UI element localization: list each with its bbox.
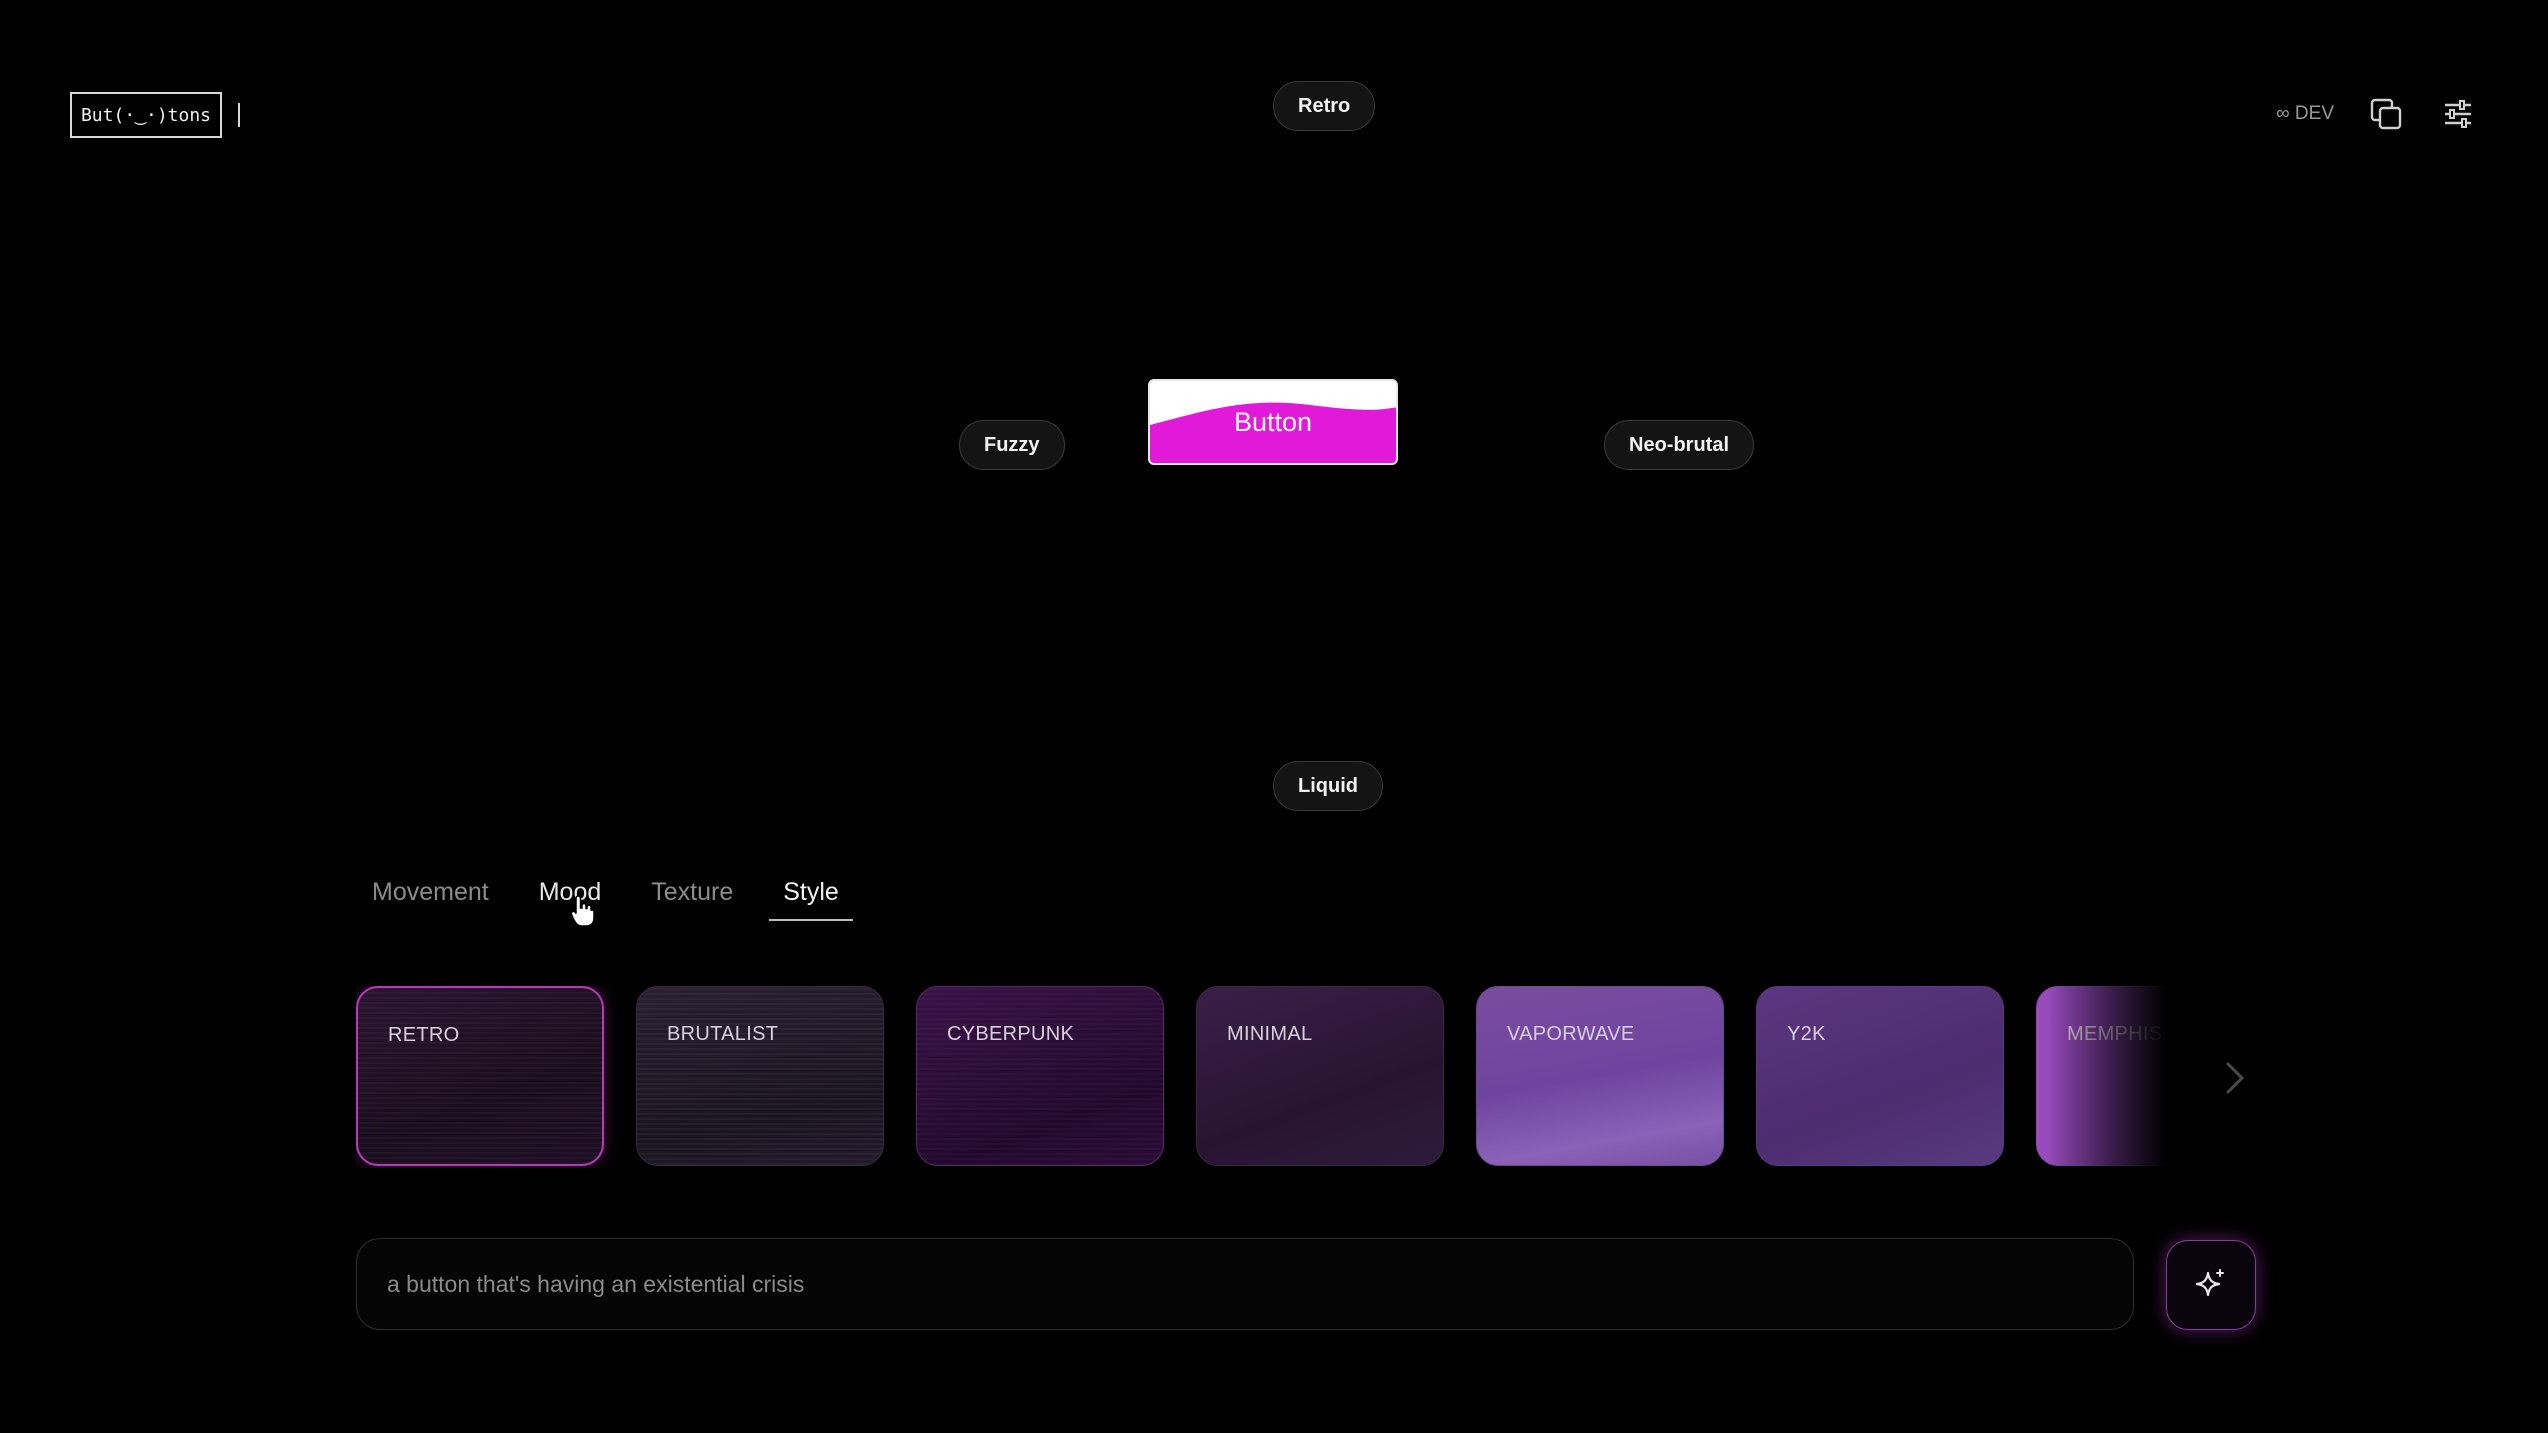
tab-style[interactable]: Style <box>769 872 853 921</box>
header-controls: ∞ DEV <box>2276 94 2478 134</box>
style-card-minimal[interactable]: MINIMAL <box>1196 986 1444 1166</box>
dev-label: ∞ DEV <box>2276 103 2334 124</box>
tab-texture[interactable]: Texture <box>651 872 733 921</box>
app-logo: But(·‿·)tons <box>70 92 222 138</box>
pill-retro[interactable]: Retro <box>1273 81 1376 131</box>
copy-button[interactable] <box>2366 94 2406 134</box>
text-cursor <box>238 103 240 127</box>
prompt-box <box>356 1238 2134 1330</box>
style-card-brutalist[interactable]: BRUTALIST <box>636 986 884 1166</box>
tab-movement[interactable]: Movement <box>372 872 489 921</box>
preview-button-label: Button <box>1233 407 1313 437</box>
style-card-label: CYBERPUNK <box>947 1023 1075 1045</box>
pill-fuzzy[interactable]: Fuzzy <box>959 420 1065 470</box>
pill-liquid[interactable]: Liquid <box>1273 761 1383 811</box>
sparkle-icon <box>2195 1269 2224 1297</box>
style-card-label: MINIMAL <box>1227 1023 1313 1045</box>
style-card-y2k[interactable]: Y2K <box>1756 986 2004 1166</box>
pill-neo-brutal[interactable]: Neo-brutal <box>1604 420 1754 470</box>
style-carousel: RETRO BRUTALIST CYBERPUNK MINIMAL VAPORW… <box>356 986 2188 1168</box>
hand-pointer-icon <box>570 895 595 927</box>
style-card-memphis[interactable]: MEMPHIS <box>2036 986 2188 1166</box>
chevron-right-icon[interactable] <box>2222 1058 2248 1098</box>
sliders-icon <box>2445 100 2471 128</box>
prompt-input[interactable] <box>357 1239 2133 1329</box>
style-card-label: Y2K <box>1787 1023 1826 1045</box>
style-card-label: RETRO <box>388 1024 460 1046</box>
style-card-retro[interactable]: RETRO <box>356 986 604 1166</box>
category-tabs: Movement Mood Texture Style <box>372 872 889 921</box>
copy-icon <box>2370 98 2402 130</box>
style-card-label: BRUTALIST <box>667 1023 779 1045</box>
style-card-cyberpunk[interactable]: CYBERPUNK <box>916 986 1164 1166</box>
style-card-vaporwave[interactable]: VAPORWAVE <box>1476 986 1724 1166</box>
style-card-label: VAPORWAVE <box>1507 1023 1635 1045</box>
settings-button[interactable] <box>2438 94 2478 134</box>
preview-button[interactable]: Button <box>1148 379 1398 465</box>
generate-button[interactable] <box>2166 1240 2256 1330</box>
style-card-label: MEMPHIS <box>2067 1023 2163 1045</box>
